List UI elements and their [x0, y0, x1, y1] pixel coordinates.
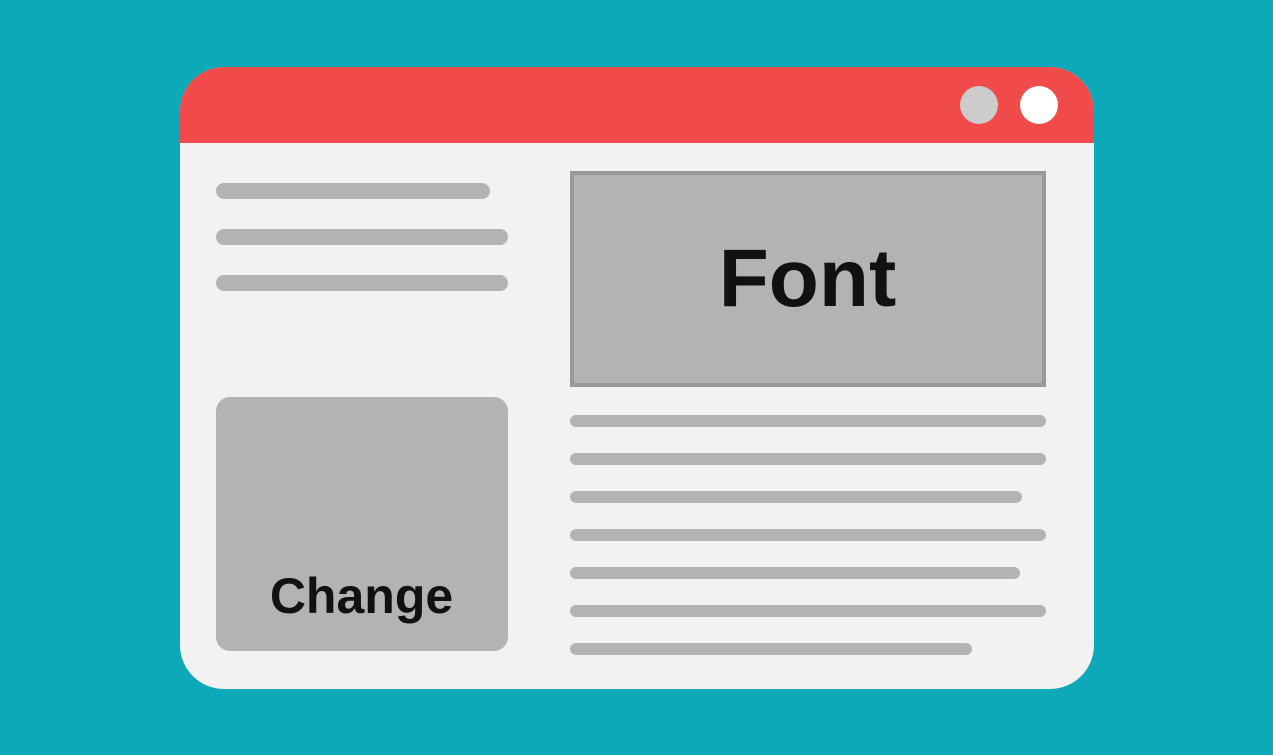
change-box: Change [216, 397, 508, 651]
right-column: Font [570, 171, 1058, 655]
text-line [570, 453, 1046, 465]
font-hero-box: Font [570, 171, 1046, 387]
text-line [570, 491, 1022, 503]
text-line [570, 567, 1020, 579]
close-button[interactable] [1020, 86, 1058, 124]
text-line [570, 529, 1046, 541]
change-label: Change [270, 567, 453, 625]
text-line [570, 605, 1046, 617]
text-line [216, 229, 508, 245]
body-paragraph [570, 415, 1058, 655]
text-line [216, 183, 490, 199]
text-line [570, 415, 1046, 427]
browser-window: Change Font [180, 67, 1094, 689]
font-label: Font [719, 232, 897, 326]
minimize-button[interactable] [960, 86, 998, 124]
left-column: Change [216, 171, 508, 655]
text-line [216, 275, 508, 291]
title-bar [180, 67, 1094, 143]
content-area: Change Font [180, 143, 1094, 689]
text-line [570, 643, 972, 655]
paragraph-lines [216, 183, 508, 291]
